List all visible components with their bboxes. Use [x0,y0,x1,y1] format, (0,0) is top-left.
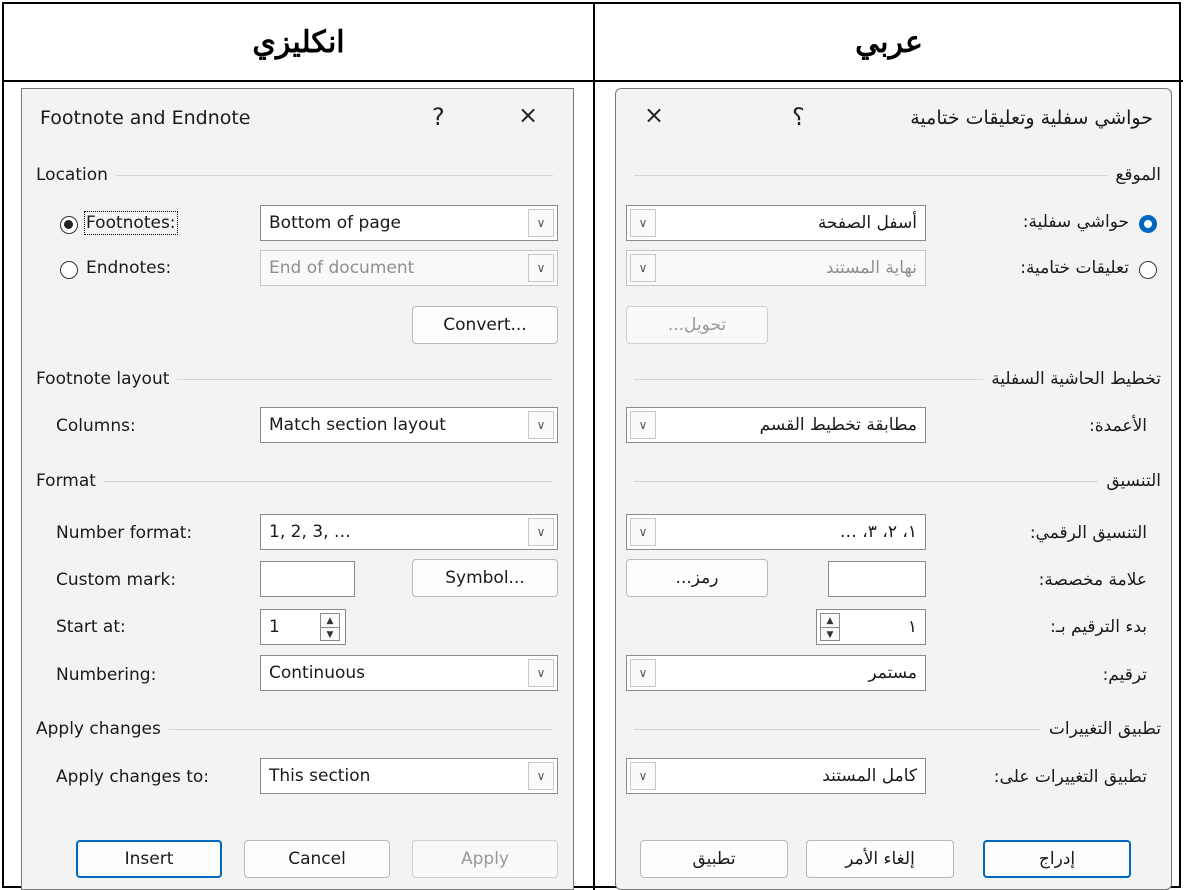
header-arabic: عربي [855,24,923,60]
spin-down-icon[interactable]: ▼ [821,628,839,641]
chevron-down-icon[interactable]: ∨ [528,659,554,687]
section-heading: Format [36,471,96,491]
start-at-label: بدء الترقيم بـ: [1050,617,1147,637]
chevron-down-icon[interactable]: ∨ [528,411,554,439]
footnotes-radio[interactable] [60,216,78,234]
apply-to-label: Apply changes to: [56,767,210,787]
arabic-dialog: حواشي سفلية وتعليقات ختامية ؟ × الموقع ح… [615,88,1172,890]
table-divider-horizontal [4,80,1183,82]
footnotes-position-select[interactable]: أسفل الصفحة ∨ [626,205,926,241]
section-format: Format [36,471,561,491]
section-apply-changes: تطبيق التغييرات [626,719,1161,739]
section-location: الموقع [626,165,1161,185]
dialog-title: حواشي سفلية وتعليقات ختامية [910,107,1153,129]
endnotes-label: تعليقات ختامية: [1020,258,1129,278]
number-format-select[interactable]: 1, 2, 3, … ∨ [260,514,558,550]
english-dialog: Footnote and Endnote ? × Location Footno… [21,88,574,890]
custom-mark-label: علامة مخصصة: [1038,570,1147,590]
section-footnote-layout: Footnote layout [36,369,561,389]
chevron-down-icon[interactable]: ∨ [528,209,554,237]
start-at-label: Start at: [56,617,126,637]
chevron-down-icon[interactable]: ∨ [528,254,554,282]
section-heading: Apply changes [36,719,161,739]
insert-button[interactable]: إدراج [983,840,1131,878]
header-english: انكليزي [252,24,345,60]
footnotes-label: Footnotes: [84,211,178,235]
columns-select[interactable]: Match section layout ∨ [260,407,558,443]
apply-button[interactable]: تطبيق [640,840,788,878]
comparison-table: انكليزي عربي Footnote and Endnote ? × Lo… [2,2,1183,890]
footnotes-position-select[interactable]: Bottom of page ∨ [260,205,558,241]
numbering-label: ترقيم: [1102,665,1147,685]
numbering-select[interactable]: مستمر ∨ [626,655,926,691]
endnotes-radio[interactable] [1139,261,1157,279]
table-divider-vertical [593,4,595,890]
chevron-down-icon[interactable]: ∨ [630,762,656,790]
numbering-select[interactable]: Continuous ∨ [260,655,558,691]
insert-button[interactable]: Insert [76,840,222,878]
chevron-down-icon[interactable]: ∨ [528,518,554,546]
chevron-down-icon[interactable]: ∨ [528,762,554,790]
cancel-button[interactable]: Cancel [244,840,390,878]
spin-up-icon[interactable]: ▲ [821,614,839,627]
spin-up-icon[interactable]: ▲ [321,614,339,627]
columns-select[interactable]: مطابقة تخطيط القسم ∨ [626,407,926,443]
section-heading: Location [36,165,108,185]
apply-to-label: تطبيق التغييرات على: [993,767,1147,787]
custom-mark-input[interactable] [828,561,926,597]
endnotes-radio[interactable] [60,261,78,279]
footnotes-label: حواشي سفلية: [1022,212,1129,232]
footnotes-radio[interactable] [1139,215,1157,233]
chevron-down-icon[interactable]: ∨ [630,518,656,546]
numbering-label: Numbering: [56,665,157,685]
convert-button[interactable]: Convert... [412,306,558,344]
close-button[interactable]: × [644,101,664,129]
help-button[interactable]: ؟ [792,103,805,131]
apply-to-select[interactable]: This section ∨ [260,758,558,794]
cancel-button[interactable]: إلغاء الأمر [806,840,954,878]
apply-button[interactable]: Apply [412,840,558,878]
dialog-title: Footnote and Endnote [40,107,251,129]
section-heading: الموقع [1115,165,1161,185]
columns-label: الأعمدة: [1089,416,1147,436]
number-format-label: التنسيق الرقمي: [1029,523,1147,543]
start-at-spinner[interactable]: ▲ ▼ [320,613,340,641]
section-format: التنسيق [626,471,1161,491]
section-heading: تخطيط الحاشية السفلية [991,369,1161,389]
symbol-button[interactable]: Symbol... [412,559,558,597]
symbol-button[interactable]: رمز... [626,559,768,597]
number-format-label: Number format: [56,523,193,543]
number-format-select[interactable]: ١، ٢، ٣، … ∨ [626,514,926,550]
custom-mark-label: Custom mark: [56,570,177,590]
chevron-down-icon[interactable]: ∨ [630,659,656,687]
convert-button[interactable]: تحويل... [626,306,768,344]
section-heading: التنسيق [1106,471,1161,491]
chevron-down-icon[interactable]: ∨ [630,411,656,439]
endnotes-position-select[interactable]: نهاية المستند ∨ [626,250,926,286]
endnotes-position-select[interactable]: End of document ∨ [260,250,558,286]
section-heading: تطبيق التغييرات [1048,719,1161,739]
start-at-spinner[interactable]: ▲ ▼ [820,613,840,641]
close-button[interactable]: × [518,101,538,129]
columns-label: Columns: [56,416,136,436]
section-apply-changes: Apply changes [36,719,561,739]
chevron-down-icon[interactable]: ∨ [630,209,656,237]
spin-down-icon[interactable]: ▼ [321,628,339,641]
section-location: Location [36,165,561,185]
apply-to-select[interactable]: كامل المستند ∨ [626,758,926,794]
endnotes-label: Endnotes: [86,258,172,278]
section-heading: Footnote layout [36,369,170,389]
section-footnote-layout: تخطيط الحاشية السفلية [626,369,1161,389]
chevron-down-icon[interactable]: ∨ [630,254,656,282]
help-button[interactable]: ? [432,103,445,131]
custom-mark-input[interactable] [260,561,355,597]
